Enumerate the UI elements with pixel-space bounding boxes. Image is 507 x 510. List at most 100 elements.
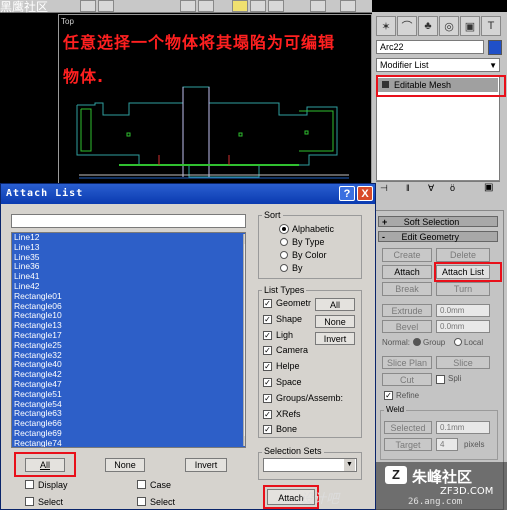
sort-alphabetic-radio[interactable] [280,225,288,233]
types-all-button[interactable]: All [315,298,355,311]
list-type-checkbox[interactable]: ✓ [263,425,272,435]
toolbar-button[interactable] [80,0,96,12]
refine-checkbox[interactable]: ✓ [384,391,393,400]
pin-stack-icon[interactable]: ⊣ [380,183,388,194]
split-checkbox[interactable] [436,375,445,384]
toolbar-button[interactable] [340,0,356,12]
sort-option-label: By Color [292,250,327,260]
toolbar-button[interactable] [198,0,214,12]
turn-button[interactable]: Turn [436,282,490,296]
split-label: Spli [448,374,462,383]
modify-tab-icon[interactable]: ⌒ [397,16,417,36]
make-unique-icon[interactable]: ∀ [428,183,434,194]
modifier-list-label: Modifier List [380,60,429,70]
watermark-top: 黑鹰社区 [0,0,49,14]
list-item[interactable]: Line12 [12,233,245,243]
dialog-titlebar[interactable]: Attach List ? X [1,184,375,204]
local-radio[interactable] [454,338,462,346]
types-invert-button[interactable]: Invert [315,332,355,345]
cut-button[interactable]: Cut [382,373,432,386]
toolbar-button[interactable] [98,0,114,12]
select-invert-button[interactable]: Invert [185,458,227,472]
soft-selection-rollout[interactable]: + Soft Selection [378,216,498,227]
help-button[interactable]: ? [339,186,355,201]
display-tab-icon[interactable]: ▣ [460,16,480,36]
slice-button[interactable]: Slice [436,356,490,369]
scroll-down-icon[interactable]: ▼ [244,436,245,446]
target-pixels-spinner[interactable]: 4 [436,438,458,451]
pixels-label: pixels [464,440,485,449]
select-move-button[interactable] [232,0,248,12]
toolbar-button[interactable] [268,0,284,12]
sort-by-type-radio[interactable] [280,238,288,246]
list-type-checkbox[interactable]: ✓ [263,346,272,356]
list-item[interactable]: Line13 [12,242,245,253]
list-type-checkbox[interactable]: ✓ [263,314,272,324]
list-item[interactable]: Line41 [12,271,245,282]
list-type-label: Shape [276,313,303,324]
display-checkbox[interactable] [25,480,34,489]
object-color-swatch[interactable] [488,40,502,55]
object-list[interactable]: Line12 Line13 Line35 Line36 Line41 Line42 Rect… [11,232,246,448]
toolbar-button[interactable] [310,0,326,12]
bevel-spinner[interactable]: 0.0mm [436,320,490,333]
scroll-thumb[interactable] [245,264,246,416]
edit-geometry-rollout[interactable]: - Edit Geometry [378,231,498,242]
delete-button[interactable]: Delete [436,248,490,262]
list-type-label: Groups/Assemb: [276,392,344,403]
extrude-spinner[interactable]: 0.0mm [436,304,490,317]
utilities-tab-icon[interactable]: T [481,16,501,36]
scroll-up-icon[interactable]: ▲ [244,234,245,244]
weld-target-button[interactable]: Target [384,438,432,451]
sort-by-size-radio[interactable] [280,264,288,272]
weld-label: Weld [384,405,407,414]
select-label-2: Select [150,497,176,507]
list-type-checkbox[interactable]: ✓ [263,330,272,340]
list-type-checkbox[interactable]: ✓ [263,299,272,308]
command-panel: ✶ ⌒ ♣ ◎ ▣ T Arc22 Modifier List ▼ Editab… [372,12,507,510]
show-end-result-icon[interactable]: ‖ [406,183,410,193]
chevron-down-icon: ▼ [344,459,355,471]
attach-button[interactable]: Attach [382,265,432,279]
list-type-checkbox[interactable]: ✓ [263,362,272,372]
group-radio[interactable] [413,338,421,346]
close-button[interactable]: X [357,186,373,201]
create-tab-icon[interactable]: ✶ [376,16,396,36]
list-type-checkbox[interactable]: ✓ [263,409,272,419]
watermark-url-2: 26.ang.com [408,497,463,507]
break-button[interactable]: Break [382,282,432,296]
list-type-checkbox[interactable]: ✓ [263,393,272,403]
list-types-title: List Types [262,285,307,295]
list-scrollbar[interactable]: ▲ ▼ [243,234,246,446]
select-checkbox-1[interactable] [25,497,34,506]
selection-sets-dropdown[interactable]: ▼ [263,458,357,472]
hierarchy-tab-icon[interactable]: ♣ [418,16,438,36]
select-none-button[interactable]: None [105,458,145,472]
list-type-label: XRefs [276,408,301,419]
toolbar-button[interactable] [180,0,196,12]
case-checkbox[interactable] [137,480,146,489]
select-checkbox-2[interactable] [137,497,146,506]
types-none-button[interactable]: None [315,315,355,328]
toolbar-button[interactable] [250,0,266,12]
slice-plane-button[interactable]: Slice Plan [382,356,432,369]
list-type-checkbox[interactable]: ✓ [263,378,272,387]
weld-threshold-spinner[interactable]: 0.1mm [436,421,490,434]
modifier-list-dropdown[interactable]: Modifier List ▼ [376,58,500,72]
weld-selected-button[interactable]: Selected [384,421,432,434]
top-viewport[interactable]: Top 任意选择一个物体将其塌陷为可编辑 物体. [58,14,372,191]
sort-option-label: Alphabetic [292,224,335,234]
list-item[interactable]: Line36 [12,262,245,273]
list-type-label: Geometr [276,298,312,308]
motion-tab-icon[interactable]: ◎ [439,16,459,36]
create-button[interactable]: Create [382,248,432,262]
configure-sets-icon[interactable]: ▣ [484,182,493,193]
extrude-button[interactable]: Extrude [382,304,432,317]
object-name-field[interactable]: Arc22 [376,40,484,54]
bevel-button[interactable]: Bevel [382,320,432,333]
sort-by-color-radio[interactable] [280,251,288,259]
list-item[interactable]: Line35 [12,252,245,263]
remove-modifier-icon[interactable]: ö [450,183,455,193]
filter-input[interactable] [11,214,246,228]
list-item[interactable]: Rectangle74 [12,438,245,447]
